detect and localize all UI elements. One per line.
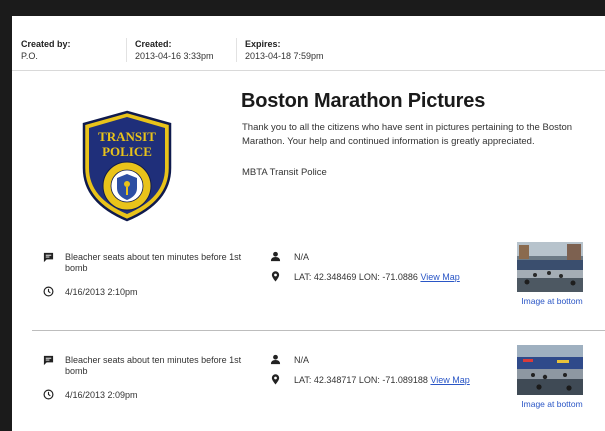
entry-divider — [32, 330, 605, 331]
image-caption-link[interactable]: Image at bottom — [515, 296, 589, 306]
clock-icon — [43, 389, 54, 400]
entry-location: LAT: 42.348717 LON: -71.089188 View Map — [294, 375, 470, 385]
comment-icon — [43, 355, 54, 366]
entry-datetime: 4/16/2013 2:10pm — [65, 287, 138, 297]
meta-bar: Created by: P.O. Created: 2013-04-16 3:3… — [12, 16, 605, 71]
location-coordinates: LAT: 42.348717 LON: -71.089188 — [294, 375, 428, 385]
created-date: Created: 2013-04-16 3:33pm — [126, 38, 214, 62]
page-frame: Created by: P.O. Created: 2013-04-16 3:3… — [12, 16, 605, 431]
expires-label: Expires: — [245, 39, 281, 49]
created-by: Created by: P.O. — [21, 38, 71, 62]
expires-value: 2013-04-18 7:59pm — [245, 51, 324, 61]
created-value: 2013-04-16 3:33pm — [135, 51, 214, 61]
entry-caption: Bleacher seats about ten minutes before … — [65, 355, 242, 376]
list-item: Bleacher seats about ten minutes before … — [12, 342, 605, 430]
view-map-link[interactable]: View Map — [420, 272, 459, 282]
entry-caption: Bleacher seats about ten minutes before … — [65, 252, 242, 273]
entry-photo-thumbnail[interactable] — [517, 242, 583, 292]
badge-line2: POLICE — [102, 144, 152, 159]
page-title: Boston Marathon Pictures — [241, 90, 486, 112]
post-description: Thank you to all the citizens who have s… — [242, 122, 573, 147]
entry-user: N/A — [294, 252, 310, 262]
view-map-link[interactable]: View Map — [430, 375, 469, 385]
pin-icon — [271, 271, 280, 282]
post-organization: MBTA Transit Police — [242, 167, 327, 178]
entry-location: LAT: 42.348469 LON: -71.0886 View Map — [294, 272, 460, 282]
badge-line1: TRANSIT — [98, 129, 156, 144]
location-coordinates: LAT: 42.348469 LON: -71.0886 — [294, 272, 418, 282]
person-icon — [270, 251, 281, 262]
transit-police-badge-logo: TRANSIT POLICE — [82, 110, 172, 222]
image-caption-link[interactable]: Image at bottom — [515, 399, 589, 409]
entry-datetime: 4/16/2013 2:09pm — [65, 390, 138, 400]
pin-icon — [271, 374, 280, 385]
expires-date: Expires: 2013-04-18 7:59pm — [236, 38, 324, 62]
entry-user: N/A — [294, 355, 310, 365]
created-by-label: Created by: — [21, 39, 71, 49]
person-icon — [270, 354, 281, 365]
created-label: Created: — [135, 39, 172, 49]
list-item: Bleacher seats about ten minutes before … — [12, 239, 605, 327]
entry-photo-thumbnail[interactable] — [517, 345, 583, 395]
clock-icon — [43, 286, 54, 297]
comment-icon — [43, 252, 54, 263]
created-by-value: P.O. — [21, 51, 38, 61]
